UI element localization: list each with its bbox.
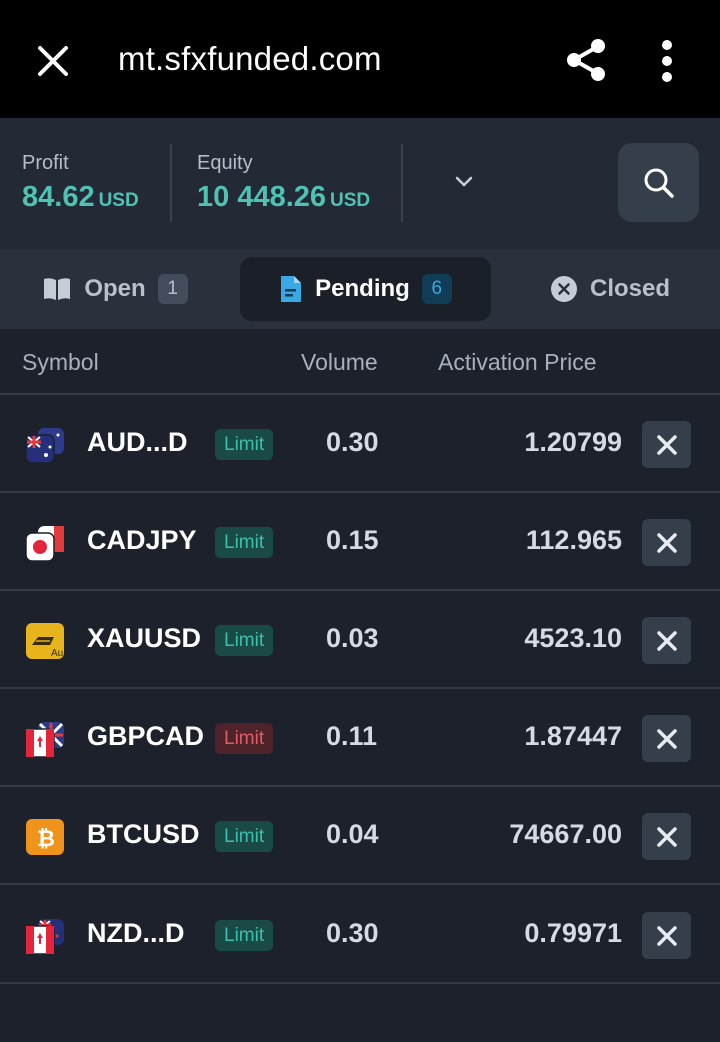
- cad-flag-icon: [24, 916, 66, 956]
- row-symbol: XAUUSD: [87, 623, 202, 653]
- jpy-flag-icon: [24, 523, 66, 563]
- tab-open-count: 1: [157, 274, 188, 304]
- row-price: 112.965: [525, 525, 622, 555]
- order-type-badge: Limit: [215, 723, 274, 754]
- row-symbol: CADJPY: [87, 525, 197, 555]
- profit-stat: Profit 84.62 USD: [22, 152, 139, 214]
- svg-text:Au: Au: [51, 648, 63, 659]
- row-price: 4523.10: [524, 623, 622, 653]
- row-price: 0.79971: [524, 918, 622, 948]
- tab-open[interactable]: Open 1: [30, 257, 200, 321]
- row-volume: 0.03: [326, 623, 379, 653]
- equity-currency: USD: [330, 190, 371, 211]
- row-symbol: BTCUSD: [87, 819, 200, 849]
- tab-pending[interactable]: Pending 6: [240, 257, 491, 321]
- row-volume: 0.11: [326, 721, 378, 751]
- profit-value: 84.62: [22, 181, 95, 213]
- close-icon: [656, 532, 677, 553]
- cancel-order-button[interactable]: [642, 519, 691, 566]
- x-circle-icon: [550, 275, 578, 303]
- cancel-order-button[interactable]: [642, 617, 691, 664]
- header-activation-price[interactable]: Activation Price: [438, 349, 597, 376]
- row-volume: 0.15: [326, 525, 379, 555]
- row-volume: 0.30: [326, 427, 379, 457]
- tab-open-label: Open: [84, 275, 146, 302]
- divider: [170, 144, 172, 222]
- tab-closed[interactable]: Closed: [530, 257, 690, 321]
- table-row[interactable]: ₿ BTCUSD Limit 0.04 74667.00: [0, 787, 720, 885]
- svg-text:₿: ₿: [37, 826, 55, 851]
- row-symbol: AUD...D: [87, 427, 188, 457]
- row-volume: 0.30: [326, 918, 379, 948]
- share-icon[interactable]: [562, 36, 610, 84]
- more-vertical-icon[interactable]: [650, 38, 684, 84]
- order-type-badge: Limit: [215, 429, 274, 460]
- order-type-badge: Limit: [215, 527, 274, 558]
- search-button[interactable]: [618, 143, 699, 222]
- divider: [401, 144, 403, 222]
- close-icon: [656, 630, 677, 651]
- profit-label: Profit: [22, 152, 69, 174]
- table-row[interactable]: AUD...D Limit 0.30 1.20799: [0, 395, 720, 493]
- row-price: 1.87447: [524, 721, 622, 751]
- document-icon: [279, 274, 303, 304]
- aud-flag-icon: [24, 425, 66, 465]
- tab-pending-label: Pending: [315, 275, 410, 302]
- close-icon: [656, 925, 677, 946]
- header-volume[interactable]: Volume: [301, 349, 378, 376]
- equity-stat: Equity 10 448.26 USD: [197, 152, 370, 214]
- bitcoin-icon: ₿: [24, 817, 66, 857]
- row-price: 74667.00: [509, 819, 622, 849]
- chevron-down-icon[interactable]: [446, 168, 482, 198]
- order-tabs: Open 1 Pending 6 Closed: [0, 249, 720, 329]
- order-type-badge: Limit: [215, 920, 274, 951]
- cancel-order-button[interactable]: [642, 813, 691, 860]
- order-type-badge: Limit: [215, 625, 274, 656]
- tab-pending-count: 6: [421, 274, 452, 304]
- cancel-order-button[interactable]: [642, 715, 691, 762]
- close-icon: [656, 434, 677, 455]
- gold-bar-icon: Au: [24, 621, 66, 661]
- search-icon: [644, 168, 674, 198]
- close-icon: [656, 826, 677, 847]
- row-volume: 0.04: [326, 819, 379, 849]
- row-price: 1.20799: [524, 427, 622, 457]
- profit-currency: USD: [98, 190, 139, 211]
- close-icon[interactable]: [30, 38, 76, 84]
- header-symbol[interactable]: Symbol: [22, 349, 99, 376]
- order-type-badge: Limit: [215, 821, 274, 852]
- browser-bar: mt.sfxfunded.com: [0, 0, 720, 118]
- row-symbol: NZD...D: [87, 918, 185, 948]
- cad-flag-icon: [24, 719, 66, 759]
- table-row[interactable]: GBPCAD Limit 0.11 1.87447: [0, 689, 720, 787]
- account-summary: Profit 84.62 USD Equity 10 448.26 USD: [0, 118, 720, 249]
- table-row[interactable]: NZD...D Limit 0.30 0.79971: [0, 886, 720, 984]
- book-icon: [42, 276, 72, 302]
- cancel-order-button[interactable]: [642, 421, 691, 468]
- table-header: Symbol Volume Activation Price: [0, 329, 720, 395]
- url-text[interactable]: mt.sfxfunded.com: [118, 40, 382, 78]
- table-row[interactable]: Au XAUUSD Limit 0.03 4523.10: [0, 591, 720, 689]
- tab-closed-label: Closed: [589, 275, 670, 302]
- equity-label: Equity: [197, 152, 253, 174]
- equity-value: 10 448.26: [197, 181, 327, 213]
- row-symbol: GBPCAD: [87, 721, 205, 751]
- table-row[interactable]: CADJPY Limit 0.15 112.965: [0, 493, 720, 591]
- close-icon: [656, 728, 677, 749]
- cancel-order-button[interactable]: [642, 912, 691, 959]
